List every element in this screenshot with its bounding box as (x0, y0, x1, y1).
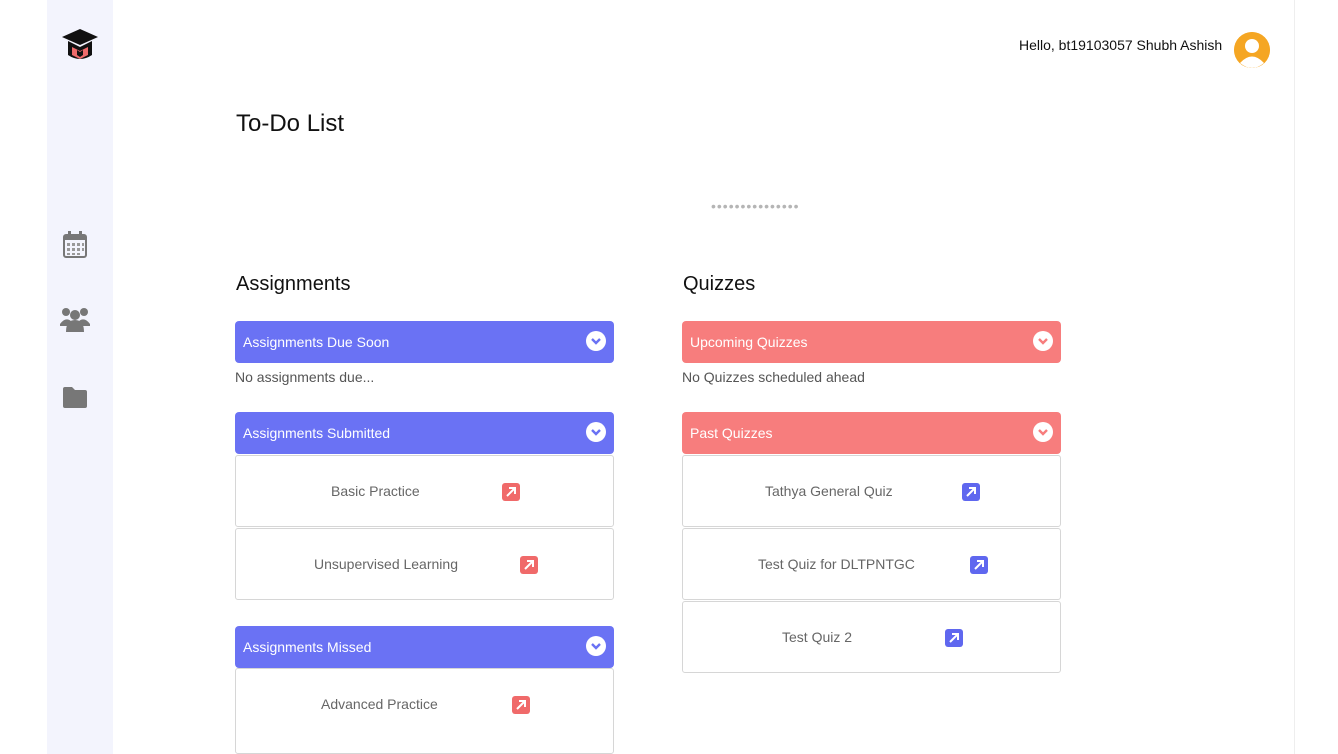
assignments-heading: Assignments (236, 273, 351, 295)
sidebar (47, 0, 113, 754)
open-link-icon[interactable] (512, 696, 530, 714)
loading-indicator: ••••••••••••••• (711, 198, 800, 214)
past-quizzes-header[interactable]: Past Quizzes (682, 412, 1061, 454)
list-item: Unsupervised Learning (235, 528, 614, 600)
chevron-down-icon[interactable] (586, 422, 606, 442)
chevron-down-icon[interactable] (586, 636, 606, 656)
upcoming-quizzes-label: Upcoming Quizzes (690, 334, 808, 350)
users-icon[interactable] (60, 306, 90, 332)
chevron-down-icon[interactable] (1033, 422, 1053, 442)
user-greeting: Hello, bt19103057 Shubh Ashish (1019, 37, 1223, 53)
folder-icon[interactable] (62, 385, 88, 411)
open-link-icon[interactable] (970, 556, 988, 574)
chevron-down-icon[interactable] (586, 331, 606, 351)
upcoming-quizzes-header[interactable]: Upcoming Quizzes (682, 321, 1061, 363)
list-item: Test Quiz 2 (682, 601, 1061, 673)
open-link-icon[interactable] (502, 483, 520, 501)
assignment-title: Unsupervised Learning (314, 556, 458, 572)
open-link-icon[interactable] (962, 483, 980, 501)
list-item: Advanced Practice (235, 668, 614, 754)
assignments-submitted-header[interactable]: Assignments Submitted (235, 412, 614, 454)
quiz-title: Test Quiz 2 (782, 629, 853, 645)
assignments-due-empty-text: No assignments due... (235, 369, 375, 385)
open-link-icon[interactable] (945, 629, 963, 647)
assignments-missed-header[interactable]: Assignments Missed (235, 626, 614, 668)
list-item: Basic Practice (235, 455, 614, 527)
assignments-missed-label: Assignments Missed (243, 639, 372, 655)
assignments-due-soon-label: Assignments Due Soon (243, 334, 390, 350)
list-item: Test Quiz for DLTPNTGC (682, 528, 1061, 600)
quiz-title: Test Quiz for DLTPNTGC (758, 556, 915, 572)
chevron-down-icon[interactable] (1033, 331, 1053, 351)
user-avatar-icon (1234, 32, 1270, 68)
past-quizzes-label: Past Quizzes (690, 425, 773, 441)
list-item: Tathya General Quiz (682, 455, 1061, 527)
calendar-icon[interactable] (62, 229, 88, 258)
avatar[interactable] (1234, 32, 1270, 68)
assignment-title: Advanced Practice (321, 696, 438, 712)
assignments-submitted-label: Assignments Submitted (243, 425, 391, 441)
page-title: To-Do List (236, 110, 345, 137)
quizzes-heading: Quizzes (683, 273, 756, 295)
quiz-title: Tathya General Quiz (765, 483, 893, 499)
content-divider (1294, 0, 1295, 754)
assignment-title: Basic Practice (331, 483, 420, 499)
upcoming-quizzes-empty-text: No Quizzes scheduled ahead (682, 369, 865, 385)
open-link-icon[interactable] (520, 556, 538, 574)
assignments-due-soon-header[interactable]: Assignments Due Soon (235, 321, 614, 363)
graduation-cap-logo-icon[interactable] (60, 25, 100, 65)
